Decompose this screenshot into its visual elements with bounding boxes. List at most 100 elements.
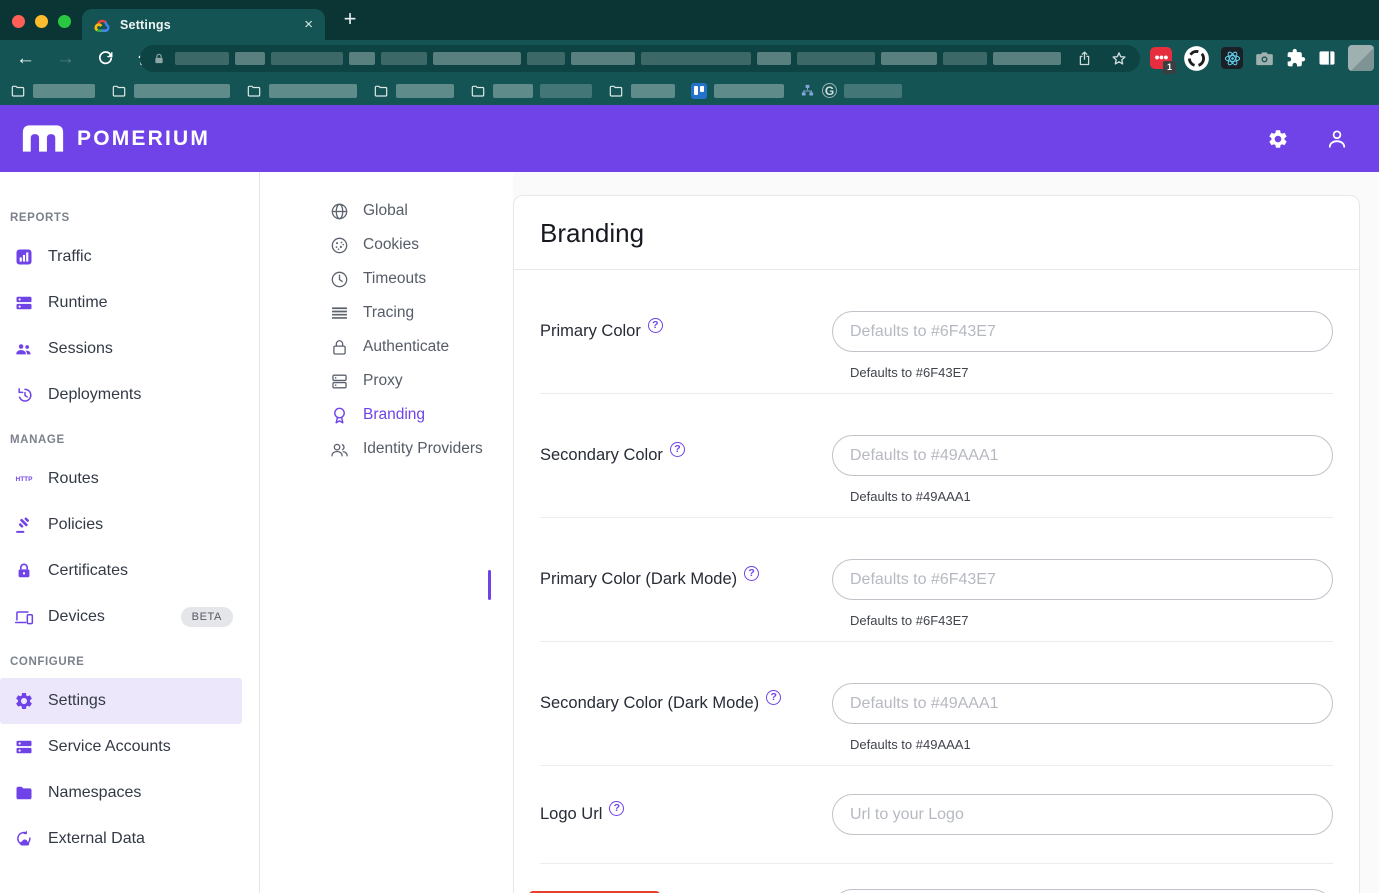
bookmark-folder[interactable] — [470, 83, 592, 99]
subnav-item-identity-providers[interactable]: Identity Providers — [260, 432, 513, 466]
share-icon[interactable] — [1076, 50, 1093, 67]
lock-icon — [12, 561, 36, 581]
page-title: Branding — [514, 196, 1359, 270]
people-icon — [12, 339, 36, 359]
subnav-item-branding[interactable]: Branding — [260, 398, 513, 432]
sidebar-section-manage: MANAGE — [0, 434, 259, 446]
field-row-secondary-color-dark: Secondary Color (Dark Mode) ? Defaults t… — [540, 642, 1333, 766]
help-icon[interactable]: ? — [648, 318, 663, 333]
subnav-item-authenticate[interactable]: Authenticate — [260, 330, 513, 364]
browser-chrome: Settings × + ← → — [0, 0, 1379, 105]
bookmark-folder[interactable] — [111, 83, 230, 99]
brand-wordmark: POMERIUM — [77, 127, 210, 151]
primary-color-input[interactable] — [832, 311, 1333, 352]
bookmark-sitemap[interactable]: G — [800, 83, 902, 98]
logo-url-input[interactable] — [832, 794, 1333, 835]
sidebar-item-external-data[interactable]: External Data — [0, 816, 259, 862]
globe-icon — [328, 201, 350, 222]
http-icon: HTTP — [12, 476, 36, 483]
address-bar[interactable] — [140, 45, 1140, 72]
help-icon[interactable]: ? — [670, 442, 685, 457]
award-ribbon-icon — [328, 405, 350, 426]
secondary-color-input[interactable] — [832, 435, 1333, 476]
sidebar-item-runtime[interactable]: Runtime — [0, 280, 259, 326]
sidebar-item-label: Certificates — [48, 562, 128, 580]
sidebar-item-routes[interactable]: HTTP Routes — [0, 456, 259, 502]
new-tab-button[interactable]: + — [336, 5, 364, 33]
bookmark-star-icon[interactable] — [1110, 50, 1128, 68]
shutter-extension-icon[interactable] — [1183, 45, 1210, 72]
subnav-item-proxy[interactable]: Proxy — [260, 364, 513, 398]
cloud-sync-icon — [12, 829, 36, 849]
help-icon[interactable]: ? — [766, 690, 781, 705]
window-controls[interactable] — [12, 15, 71, 28]
primary-color-dark-input[interactable] — [832, 559, 1333, 600]
subnav-label: Proxy — [363, 372, 403, 390]
subnav-item-tracing[interactable]: Tracing — [260, 296, 513, 330]
sidebar-item-deployments[interactable]: Deployments — [0, 372, 259, 418]
adblock-extension-icon[interactable]: ●●●1 — [1150, 47, 1172, 69]
bookmark-folder[interactable] — [608, 83, 675, 99]
subnav-label: Timeouts — [363, 270, 426, 288]
back-button[interactable]: ← — [16, 49, 35, 68]
extension-badge: 1 — [1163, 61, 1176, 74]
sidebar-item-settings[interactable]: Settings — [0, 678, 242, 724]
field-label: Secondary Color — [540, 446, 663, 465]
bookmark-g-icon: G — [822, 83, 837, 98]
reload-button[interactable] — [96, 49, 115, 68]
sidebar-item-policies[interactable]: Policies — [0, 502, 259, 548]
sidebar-item-label: Deployments — [48, 386, 141, 404]
help-icon[interactable]: ? — [609, 801, 624, 816]
sidebar-item-label: Runtime — [48, 294, 108, 312]
subnav-item-cookies[interactable]: Cookies — [260, 228, 513, 262]
subnav-label: Authenticate — [363, 338, 449, 356]
header-settings-gear-icon[interactable] — [1267, 128, 1289, 150]
bookmarks-bar: G — [0, 76, 1379, 105]
sidebar-item-sessions[interactable]: Sessions — [0, 326, 259, 372]
sidebar-item-label: Policies — [48, 516, 103, 534]
bookmark-folder[interactable] — [246, 83, 357, 99]
subnav-label: Tracing — [363, 304, 414, 322]
field-row-logo-url: Logo Url ? — [540, 766, 1333, 864]
secondary-color-dark-input[interactable] — [832, 683, 1333, 724]
gear-icon — [12, 691, 36, 711]
settings-subnav: Global Cookies Timeouts Tracing Authenti… — [260, 172, 513, 893]
react-devtools-extension-icon[interactable] — [1221, 47, 1243, 69]
side-panel-icon[interactable] — [1317, 48, 1337, 68]
sidebar-item-traffic[interactable]: Traffic — [0, 234, 259, 280]
padlock-icon — [328, 337, 350, 358]
sidebar-item-label: Settings — [48, 692, 106, 710]
sidebar-item-namespaces[interactable]: Namespaces — [0, 770, 259, 816]
field-helper-text: Defaults to #49AAA1 — [850, 737, 1333, 752]
sidebar-item-service-accounts[interactable]: Service Accounts — [0, 724, 259, 770]
subnav-item-timeouts[interactable]: Timeouts — [260, 262, 513, 296]
field-label: Logo Url — [540, 805, 602, 824]
camera-extension-icon[interactable] — [1254, 48, 1275, 69]
forward-button[interactable]: → — [56, 49, 75, 68]
bookmark-trello[interactable] — [691, 83, 784, 99]
lock-icon[interactable] — [152, 52, 166, 66]
header-user-icon[interactable] — [1325, 127, 1349, 151]
google-cloud-favicon-icon — [94, 17, 110, 33]
profile-avatar[interactable] — [1348, 45, 1374, 71]
sidebar-item-devices[interactable]: Devices BETA — [0, 594, 259, 640]
branding-card: Branding Primary Color ? Defaults to #6F… — [513, 195, 1360, 893]
close-window-button[interactable] — [12, 15, 25, 28]
subnav-item-global[interactable]: Global — [260, 194, 513, 228]
sidebar-item-certificates[interactable]: Certificates — [0, 548, 259, 594]
bookmark-folder[interactable] — [10, 83, 95, 99]
field-label: Secondary Color (Dark Mode) — [540, 694, 759, 713]
tab-strip: Settings × + — [0, 0, 1379, 40]
bookmark-folder[interactable] — [373, 83, 454, 99]
close-tab-icon[interactable]: × — [304, 17, 313, 32]
zoom-window-button[interactable] — [58, 15, 71, 28]
field-row-favicon-url: Favicon Url ? — [540, 864, 1333, 893]
browser-tab-settings[interactable]: Settings × — [82, 9, 325, 40]
minimize-window-button[interactable] — [35, 15, 48, 28]
extensions-puzzle-icon[interactable] — [1286, 48, 1306, 68]
sidebar-section-reports: REPORTS — [0, 212, 259, 224]
server-icon — [12, 293, 36, 313]
favicon-url-input[interactable] — [832, 889, 1333, 893]
help-icon[interactable]: ? — [744, 566, 759, 581]
sidebar-section-configure: CONFIGURE — [0, 656, 259, 668]
